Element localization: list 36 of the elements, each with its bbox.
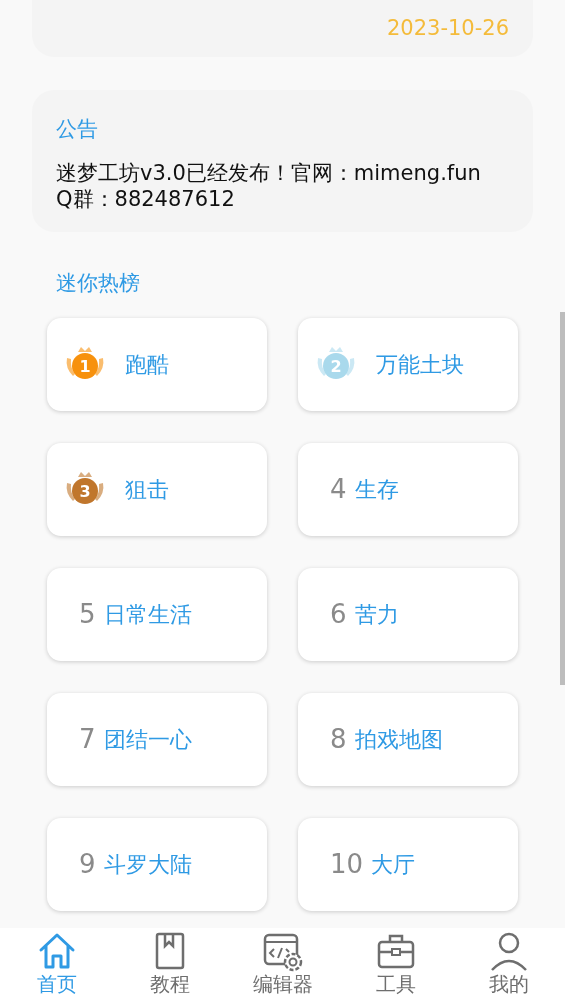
rank-number: 5 [79, 597, 96, 631]
ranking-name: 大厅 [371, 850, 416, 879]
rank-number: 4 [330, 472, 347, 506]
date-text: 2023-10-26 [386, 14, 509, 42]
rank-number: 10 [330, 847, 364, 881]
ranking-card[interactable]: 6 苦力 [298, 567, 518, 661]
rank-number: 6 [330, 597, 347, 631]
ranking-card[interactable]: 4 生存 [298, 442, 518, 536]
nav-tab[interactable]: 教程 [113, 928, 226, 1004]
ranking-card[interactable]: 3 狙击 [47, 442, 267, 536]
ranking-card[interactable]: 9 斗罗大陆 [47, 817, 267, 911]
nav-tab[interactable]: 工具 [339, 928, 452, 1004]
rank-number: 7 [79, 722, 96, 756]
ranking-name: 日常生活 [103, 600, 192, 629]
ranking-name: 万能土块 [376, 350, 464, 379]
ranking-name: 团结一心 [103, 725, 192, 754]
ranking-card[interactable]: 2 万能土块 [298, 317, 518, 411]
rank-number: 9 [79, 847, 96, 881]
nav-tab[interactable]: 编辑器 [226, 928, 339, 1004]
ranking-name: 拍戏地图 [354, 725, 443, 754]
ranking-card[interactable]: 5 日常生活 [47, 567, 267, 661]
ranking-name: 斗罗大陆 [103, 850, 192, 879]
ranking-card[interactable]: 10 大厅 [298, 817, 518, 911]
ranking-name: 跑酷 [125, 350, 169, 379]
ranking-card[interactable]: 8 拍戏地图 [298, 692, 518, 786]
ranking-name: 苦力 [354, 600, 399, 629]
nav-tab[interactable]: 我的 [452, 928, 565, 1004]
rank-number: 8 [330, 722, 347, 756]
section-title: 迷你热榜 [56, 270, 141, 297]
ranking-card[interactable]: 7 团结一心 [47, 692, 267, 786]
ranking-name: 生存 [354, 475, 399, 504]
notice-text: 迷梦工坊v3.0已经发布！官网：mimeng.fun Q群：882487612 [56, 159, 482, 212]
ranking-card[interactable]: 1 跑酷 [47, 317, 267, 411]
notice-title: 公告 [56, 116, 99, 143]
nav-tab[interactable]: 首页 [0, 928, 113, 1004]
ranking-name: 狙击 [125, 475, 169, 504]
